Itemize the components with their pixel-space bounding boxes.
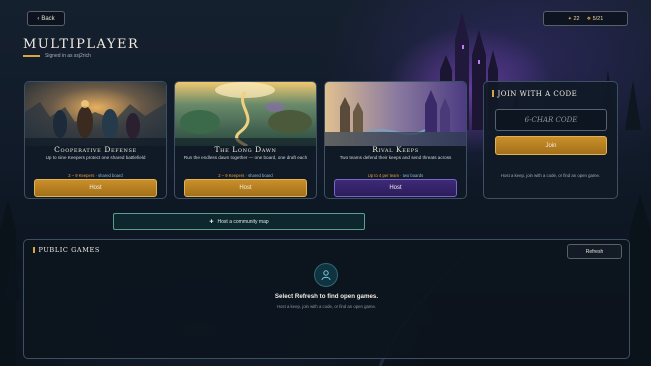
mode-description: Up to nine Keepers protect one shared ba… [45,155,146,160]
signed-in-label: Signed in as ssj2rich [45,53,91,59]
back-button-label: Back [41,15,55,22]
refresh-button[interactable]: Refresh [567,244,622,259]
mode-title: Cooperative Defense [54,145,137,154]
mode-art-cooperative-defense [25,82,166,146]
gem-icon: ✦ [567,15,572,22]
join-hint: Host a keep, join with a code, or find a… [500,173,601,178]
mode-art-rival-keeps [325,82,466,146]
status-bar: ✦ 22 ❖ 5/21 [543,11,628,26]
mode-title: Rival Keeps [372,145,419,154]
title-accent-bar [33,247,35,253]
empty-state-hint: Host a keep, join with a code, or find a… [276,304,377,309]
host-button-cooperative-defense[interactable]: Host [34,179,157,197]
mode-meta: Up to 4 per team · two boards [325,173,466,178]
join-code-input[interactable] [495,109,607,131]
mode-card-the-long-dawn: The Long Dawn Run the endless dawn toget… [174,81,317,199]
mode-card-rival-keeps: Rival Keeps Two teams defend their keeps… [324,81,467,199]
gem-count: 22 [573,15,580,22]
empty-state-message: Select Refresh to find open games. [274,293,379,300]
back-button[interactable]: ‹ Back [27,11,65,26]
mode-board: shared board [248,173,273,178]
title-accent-bar [23,55,40,57]
public-games-panel: Public Games Refresh Select Refresh to f… [23,239,630,359]
host-button-the-long-dawn[interactable]: Host [184,179,307,197]
gem-counter: ✦ 22 [568,16,580,22]
join-button[interactable]: Join [495,136,607,155]
progress-counter: ❖ 5/21 [587,16,604,22]
chevron-left-icon: ‹ [37,15,40,22]
mode-board: two boards [402,173,424,178]
crest-icon: ❖ [586,15,592,22]
host-community-map-button[interactable]: ✚ Host a community map [113,213,365,230]
mode-card-cooperative-defense: Cooperative Defense Up to nine Keepers p… [24,81,167,199]
mode-description: Run the endless dawn together — one boar… [183,155,308,160]
community-label: Host a community map [217,218,269,225]
page-title: Multiplayer [23,37,140,52]
public-games-title: Public Games [33,246,100,254]
mode-players: 2 – 9 Keepers [68,173,95,178]
progress-count: 5/21 [592,15,604,22]
host-button-rival-keeps[interactable]: Host [334,179,457,197]
title-accent-bar [492,90,494,97]
plus-icon: ✚ [209,218,214,225]
mode-description: Two teams defend their keeps and send th… [339,155,452,160]
mode-players: 2 – 9 Keepers [218,173,245,178]
public-title-text: Public Games [38,246,100,254]
join-with-code-panel: Join with a Code Join Host a keep, join … [483,81,618,199]
join-panel-title: Join with a Code [492,90,577,98]
user-icon [314,263,338,287]
mode-meta: 2 – 9 Keepers · shared board [25,173,166,178]
mode-board: shared board [98,173,123,178]
mode-meta: 2 – 9 Keepers · shared board [175,173,316,178]
mode-art-the-long-dawn [175,82,316,146]
join-title-text: Join with a Code [497,90,578,98]
mode-players: Up to 4 per team [367,173,399,178]
mode-title: The Long Dawn [214,145,277,154]
